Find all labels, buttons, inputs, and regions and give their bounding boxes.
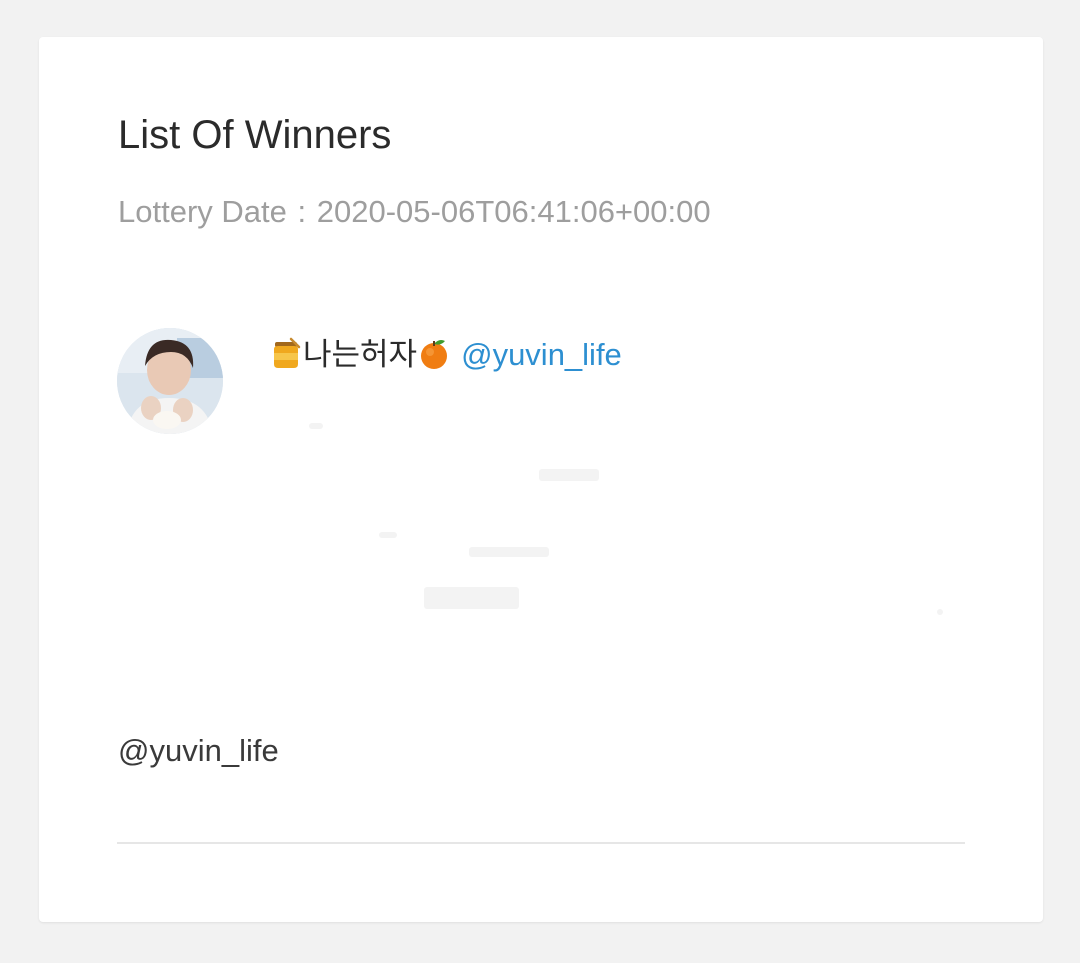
faded-content xyxy=(269,387,969,637)
honey-pot-icon xyxy=(274,337,301,368)
faded-mark xyxy=(469,547,549,557)
faded-mark xyxy=(309,423,323,429)
winner-handle-link[interactable]: @yuvin_life xyxy=(461,337,622,372)
faded-mark xyxy=(424,587,519,609)
user-avatar-photo-icon xyxy=(117,328,223,434)
lottery-date: Lottery Date : 2020-05-06T06:41:06+00:00 xyxy=(118,193,711,231)
lottery-date-label: Lottery Date xyxy=(118,194,287,229)
tangerine-icon xyxy=(421,339,448,369)
avatar[interactable] xyxy=(117,328,223,434)
winners-card: List Of Winners Lottery Date : 2020-05-0… xyxy=(39,37,1043,922)
winner-handle-text: @yuvin_life xyxy=(118,733,279,768)
divider xyxy=(117,842,965,844)
faded-mark xyxy=(539,469,599,481)
winner-entry: 나는허자 @yuvin_life xyxy=(269,335,622,375)
lottery-date-value: 2020-05-06T06:41:06+00:00 xyxy=(316,194,711,229)
faded-mark xyxy=(379,532,397,538)
winner-display-name: 나는허자 xyxy=(303,337,418,372)
lottery-date-separator: : xyxy=(297,194,307,229)
faded-mark xyxy=(937,609,943,615)
page-title: List Of Winners xyxy=(118,113,392,157)
